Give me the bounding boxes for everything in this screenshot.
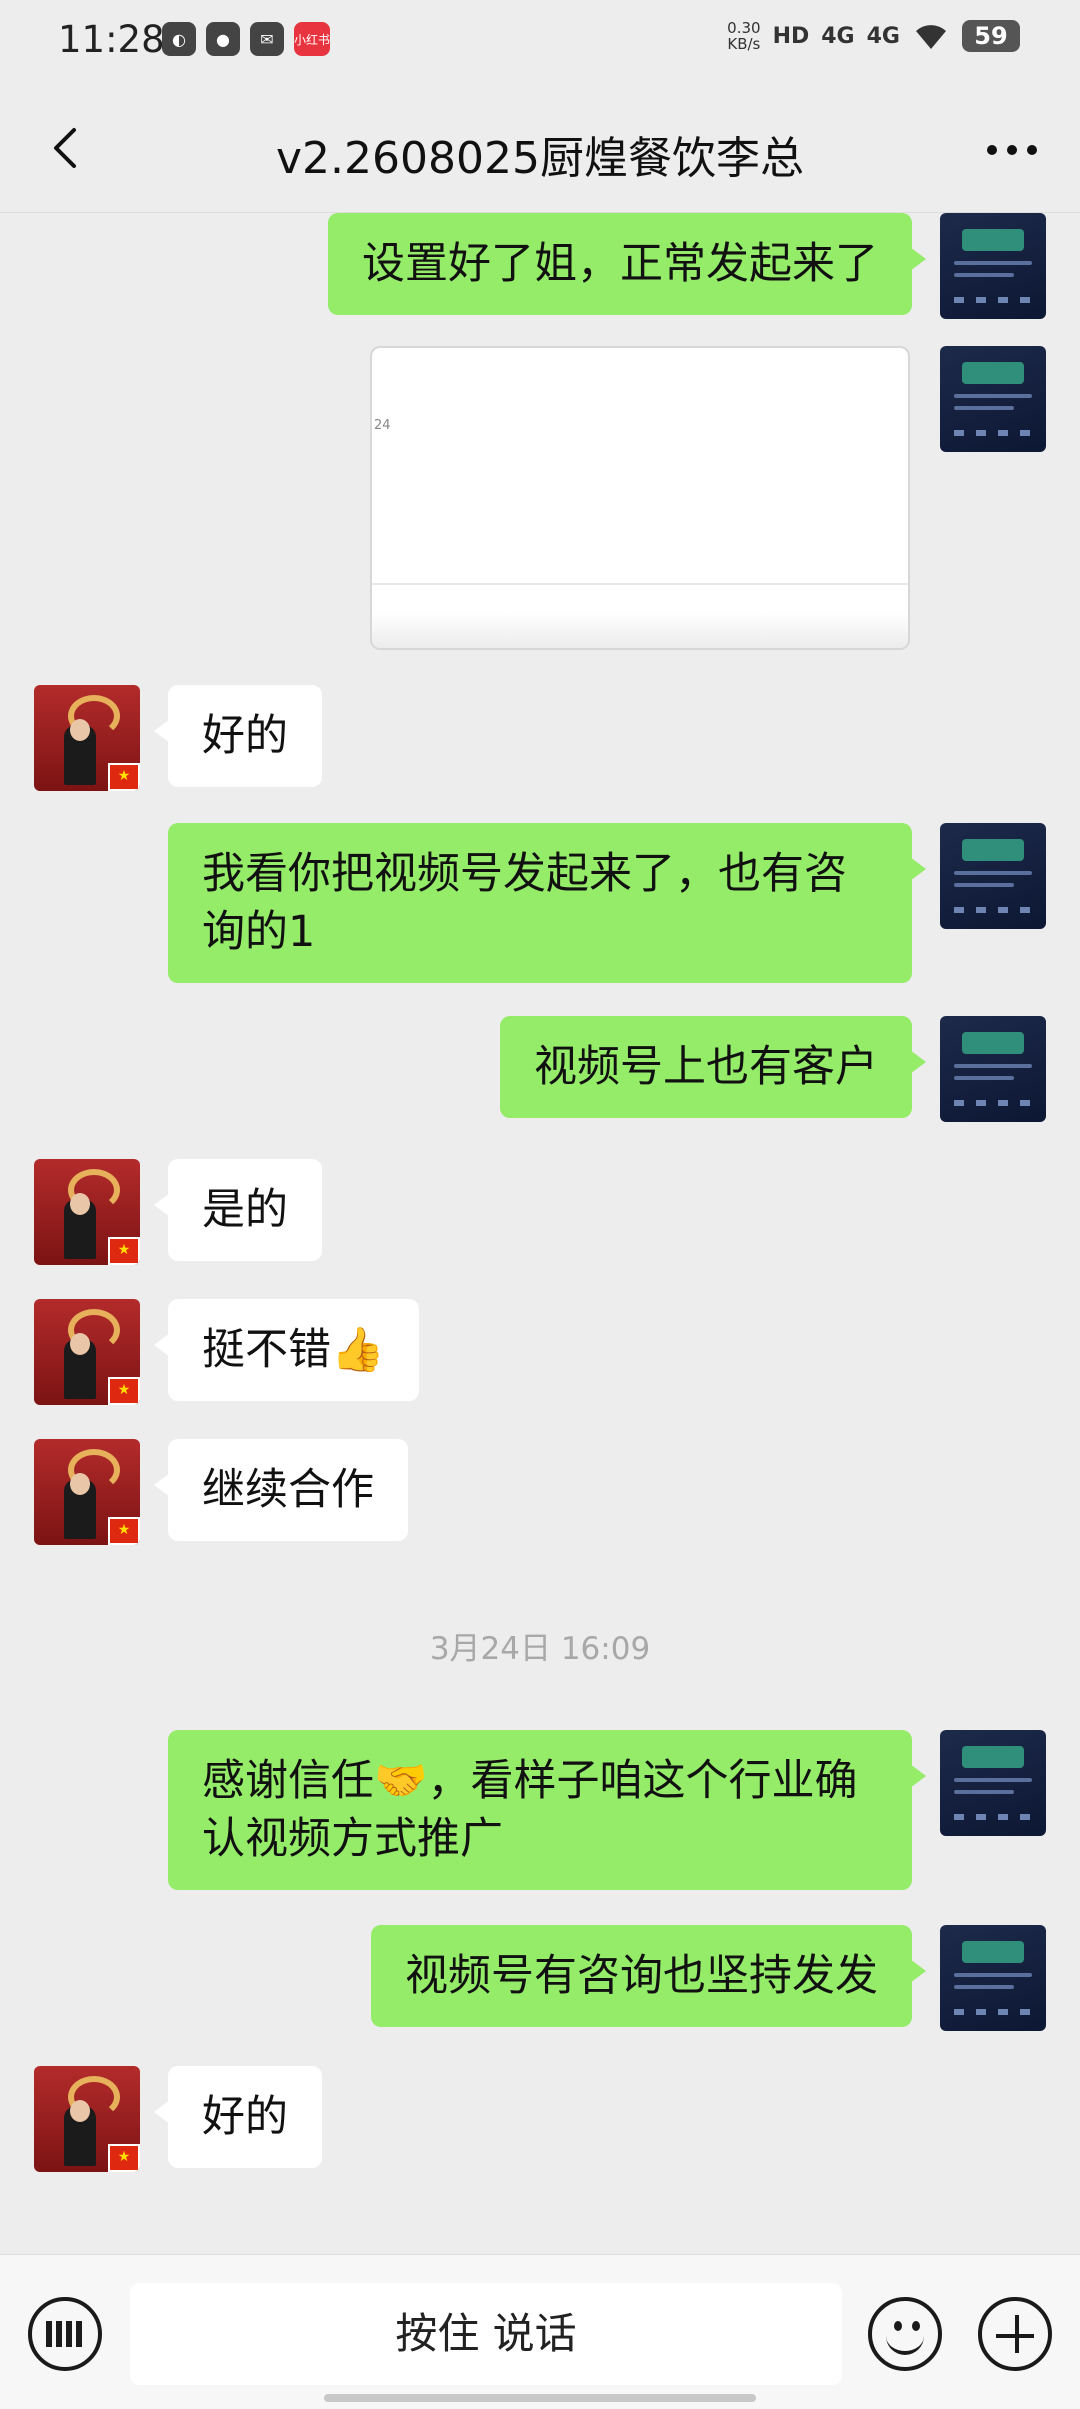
my-avatar[interactable]	[940, 213, 1046, 319]
sent-message-bubble[interactable]: 我看你把视频号发起来了，也有咨询的1	[168, 823, 926, 983]
hd-icon: HD	[772, 23, 810, 49]
message-timestamp: 3月24日 16:09	[429, 1631, 651, 1667]
more-options-button[interactable]	[982, 130, 1042, 170]
contact-avatar[interactable]: ★	[34, 1299, 140, 1405]
my-avatar[interactable]	[940, 1016, 1046, 1122]
more-actions-button[interactable]	[978, 2297, 1052, 2371]
sent-message-bubble[interactable]: 感谢信任🤝，看样子咱这个行业确认视频方式推广	[168, 1730, 926, 1890]
contact-avatar[interactable]: ★	[34, 685, 140, 791]
chat-title: v2.2608025厨煌餐饮李总	[276, 133, 804, 184]
my-avatar[interactable]	[940, 1730, 1046, 1836]
received-message-bubble[interactable]: 好的	[154, 685, 322, 787]
chat-messages[interactable]: 设置好了姐，正常发起来了 24 ★ 好的 我看你把视频号发起来了，也有咨询的1 …	[0, 213, 1080, 2253]
received-message-bubble[interactable]: 是的	[154, 1159, 322, 1261]
sent-message-bubble[interactable]: 视频号有咨询也坚持发发	[371, 1925, 926, 2027]
smiley-icon	[894, 2321, 902, 2331]
mail-notification-icon: ✉	[250, 22, 284, 56]
image-footer	[372, 612, 908, 648]
app-notification-icon: ◐	[162, 22, 196, 56]
contact-avatar[interactable]: ★	[34, 1439, 140, 1545]
received-message-bubble[interactable]: 挺不错👍	[154, 1299, 419, 1401]
sent-message-bubble[interactable]: 设置好了姐，正常发起来了	[328, 213, 926, 315]
xiaohongshu-notification-icon: 小红书	[294, 22, 330, 56]
wifi-icon	[916, 25, 946, 49]
my-avatar[interactable]	[940, 1925, 1046, 2031]
sent-image-message[interactable]: 24	[370, 346, 910, 650]
received-message-bubble[interactable]: 好的	[154, 2066, 322, 2168]
chat-header: v2.2608025厨煌餐饮李总	[0, 84, 1080, 213]
signal-4g-icon-2: 4G	[866, 23, 900, 49]
input-bar: 按住 说话	[0, 2254, 1080, 2409]
my-avatar[interactable]	[940, 823, 1046, 929]
my-avatar[interactable]	[940, 346, 1046, 452]
received-message-bubble[interactable]: 继续合作	[154, 1439, 408, 1541]
keyboard-icon	[46, 2321, 84, 2347]
signal-4g-icon: 4G	[821, 23, 855, 49]
more-dots-icon	[987, 145, 1037, 155]
system-indicators: 0.30 KB/s HD 4G 4G 59	[727, 20, 1020, 52]
keyboard-toggle-button[interactable]	[28, 2297, 102, 2371]
emoji-button[interactable]	[868, 2297, 942, 2371]
notification-icons: ◐ ● ✉ 小红书	[162, 22, 330, 56]
home-indicator[interactable]	[324, 2394, 756, 2402]
contact-avatar[interactable]: ★	[34, 2066, 140, 2172]
image-edge-mark: 24	[374, 418, 391, 433]
status-bar: 11:28 ◐ ● ✉ 小红书 0.30 KB/s HD 4G 4G 59	[0, 0, 1080, 84]
status-time: 11:28	[58, 18, 165, 61]
network-speed-value: 0.30	[727, 19, 761, 37]
image-divider	[372, 583, 908, 585]
battery-icon: 59	[962, 20, 1020, 52]
sent-message-bubble[interactable]: 视频号上也有客户	[500, 1016, 926, 1118]
message-notification-icon: ●	[206, 22, 240, 56]
contact-avatar[interactable]: ★	[34, 1159, 140, 1265]
network-speed-unit: KB/s	[727, 35, 761, 53]
network-speed: 0.30 KB/s	[727, 20, 760, 52]
hold-to-talk-button[interactable]: 按住 说话	[130, 2283, 842, 2385]
